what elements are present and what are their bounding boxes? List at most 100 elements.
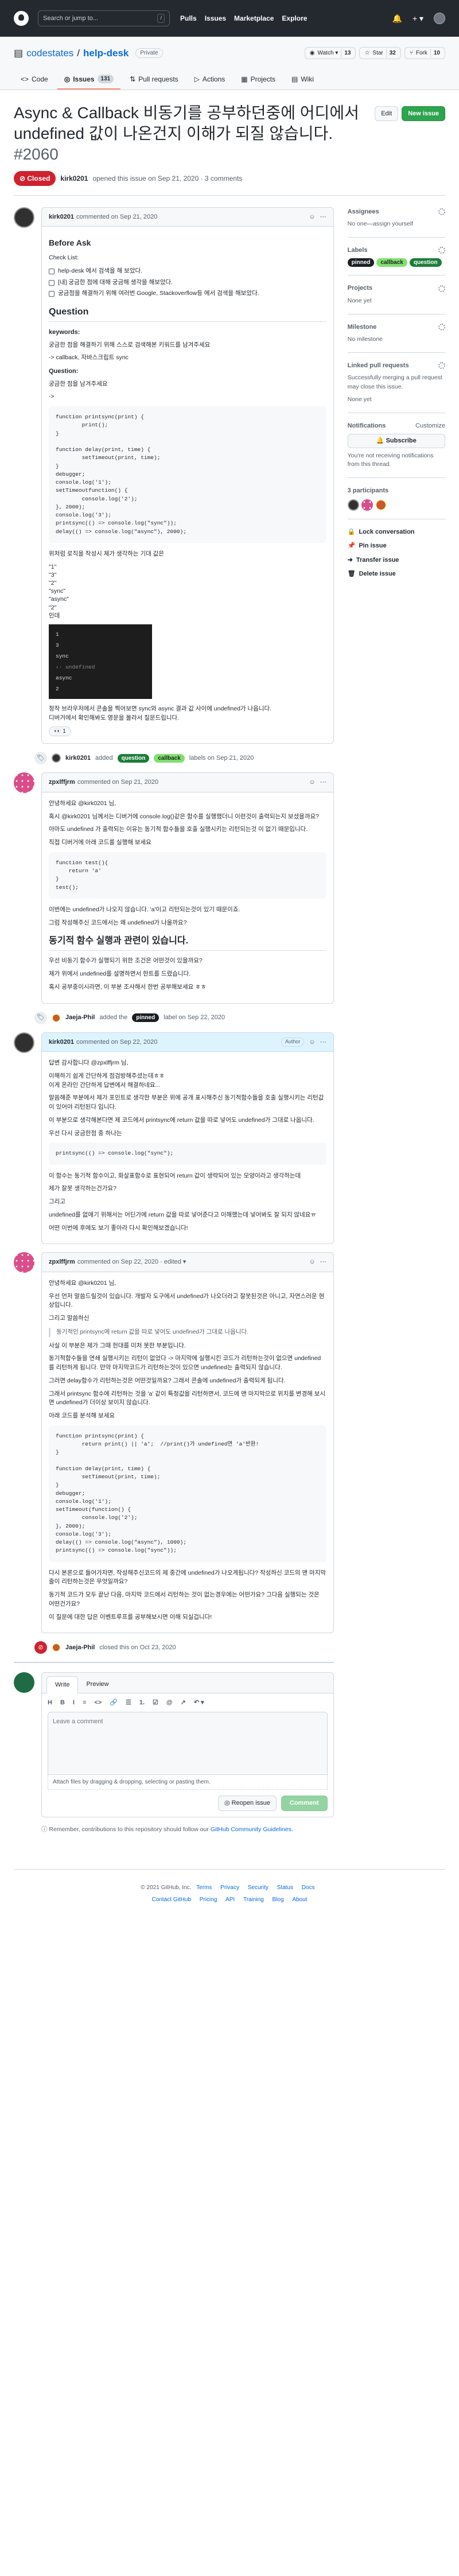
smiley-icon[interactable]: ☺ xyxy=(309,1038,315,1047)
sidebar-heading[interactable]: Labels xyxy=(348,246,368,255)
kebab-icon[interactable]: ⋯ xyxy=(320,212,326,222)
avatar[interactable] xyxy=(14,1672,34,1693)
footer-link-contact[interactable]: Contact GitHub xyxy=(152,1897,191,1903)
nav-marketplace[interactable]: Marketplace xyxy=(234,13,274,24)
footer-link-privacy[interactable]: Privacy xyxy=(220,1885,239,1891)
repo-owner-link[interactable]: codestates xyxy=(26,46,73,61)
avatar[interactable] xyxy=(14,1032,34,1053)
reply-icon[interactable]: ↶ ▾ xyxy=(194,1698,204,1708)
participant-avatar[interactable] xyxy=(347,499,359,511)
event-actor[interactable]: kirk0201 xyxy=(65,753,91,763)
checkbox[interactable] xyxy=(49,268,55,274)
avatar[interactable] xyxy=(14,772,34,794)
label-callback[interactable]: callback xyxy=(154,753,185,763)
tab-projects[interactable]: ▦ Projects xyxy=(234,70,282,90)
smiley-icon[interactable]: ☺ xyxy=(309,778,315,787)
smiley-icon[interactable]: ☺ xyxy=(309,1257,315,1267)
bell-icon[interactable]: 🔔 xyxy=(392,13,402,25)
user-avatar[interactable] xyxy=(434,13,445,24)
task-list-icon[interactable]: ☑ xyxy=(153,1698,158,1708)
comment-author[interactable]: zpxlffjrm xyxy=(49,1257,75,1267)
label-question[interactable]: question xyxy=(409,258,442,267)
participant-avatar[interactable] xyxy=(361,499,373,511)
footer-link-status[interactable]: Status xyxy=(277,1885,293,1891)
comment-author[interactable]: zpxlffjrm xyxy=(49,778,75,787)
label-pinned[interactable]: pinned xyxy=(347,258,375,267)
fork-button[interactable]: ⑂ Fork 10 xyxy=(404,47,445,60)
issue-author[interactable]: kirk0201 xyxy=(60,173,88,184)
tab-actions[interactable]: ▷ Actions xyxy=(188,70,232,90)
gear-icon[interactable] xyxy=(438,362,445,370)
participant-avatar[interactable] xyxy=(375,499,387,511)
ordered-list-icon[interactable]: 1. xyxy=(139,1698,145,1708)
footer-link-about[interactable]: About xyxy=(292,1897,307,1903)
comment-textarea[interactable]: Leave a comment xyxy=(48,1712,328,1775)
tab-write[interactable]: Write xyxy=(46,1676,79,1693)
link-icon[interactable]: 🔗 xyxy=(110,1698,118,1708)
bold-icon[interactable]: B xyxy=(60,1698,65,1708)
nav-pulls[interactable]: Pulls xyxy=(180,13,197,24)
gear-icon[interactable] xyxy=(438,208,445,215)
label-question[interactable]: question xyxy=(117,753,150,763)
reopen-issue-button[interactable]: ◎ Reopen issue xyxy=(217,1796,277,1811)
sidebar-heading[interactable]: Milestone xyxy=(348,323,377,332)
guidelines-link[interactable]: GitHub Community Guidelines xyxy=(211,1826,291,1833)
edit-button[interactable]: Edit xyxy=(375,106,399,121)
nav-explore[interactable]: Explore xyxy=(282,13,307,24)
tab-preview[interactable]: Preview xyxy=(78,1676,116,1693)
checkbox[interactable] xyxy=(49,291,55,297)
search-input[interactable]: Search or jump to... / xyxy=(38,10,170,26)
footer-link-docs[interactable]: Docs xyxy=(302,1885,315,1891)
mention-icon[interactable]: @ xyxy=(166,1698,173,1708)
kebab-icon[interactable]: ⋯ xyxy=(320,1038,326,1047)
tab-wiki[interactable]: ▤ Wiki xyxy=(285,70,321,90)
avatar[interactable] xyxy=(52,753,61,763)
new-issue-button[interactable]: New issue xyxy=(402,106,445,121)
label-callback[interactable]: callback xyxy=(376,258,407,267)
footer-link-terms[interactable]: Terms xyxy=(196,1885,212,1891)
footer-link-blog[interactable]: Blog xyxy=(273,1897,284,1903)
reference-icon[interactable]: ↗ xyxy=(181,1698,186,1708)
avatar[interactable] xyxy=(52,1643,61,1653)
customize-link[interactable]: Customize xyxy=(415,421,445,431)
plus-dropdown[interactable]: + ▾ xyxy=(413,13,423,25)
sidebar-heading[interactable]: Linked pull requests xyxy=(348,361,409,371)
sidebar-heading[interactable]: Assignees xyxy=(348,207,379,217)
delete-issue-button[interactable]: 🗑 Delete issue xyxy=(348,569,445,579)
gear-icon[interactable] xyxy=(438,323,445,331)
unordered-list-icon[interactable]: ☰ xyxy=(126,1698,131,1708)
code-icon[interactable]: <> xyxy=(94,1698,102,1708)
gear-icon[interactable] xyxy=(438,247,445,254)
eyes-reaction[interactable]: 👀 1 xyxy=(49,726,71,737)
gear-icon[interactable] xyxy=(438,285,445,292)
assignees-value[interactable]: No one—assign yourself xyxy=(348,220,445,229)
footer-link-api[interactable]: API xyxy=(225,1897,235,1903)
repo-name-link[interactable]: help-desk xyxy=(83,46,129,61)
smiley-icon[interactable]: ☺ xyxy=(309,212,315,222)
footer-link-pricing[interactable]: Pricing xyxy=(200,1897,217,1903)
checkbox[interactable] xyxy=(49,279,55,286)
footer-link-security[interactable]: Security xyxy=(248,1885,269,1891)
label-pinned[interactable]: pinned xyxy=(132,1013,160,1023)
nav-issues[interactable]: Issues xyxy=(205,13,226,24)
kebab-icon[interactable]: ⋯ xyxy=(320,778,326,787)
github-logo-icon[interactable] xyxy=(14,11,29,26)
pin-issue-button[interactable]: 📌 Pin issue xyxy=(348,541,445,551)
watch-button[interactable]: ◉ Watch ▾ 13 xyxy=(304,47,356,60)
comment-author[interactable]: kirk0201 xyxy=(49,212,74,222)
avatar[interactable] xyxy=(52,1013,61,1023)
transfer-issue-button[interactable]: ➜ Transfer issue xyxy=(348,555,445,565)
subscribe-button[interactable]: 🔔 Subscribe xyxy=(347,434,445,448)
avatar[interactable] xyxy=(14,1252,34,1273)
event-actor[interactable]: Jaeja-Phil xyxy=(65,1013,95,1023)
lock-conversation-button[interactable]: 🔒 Lock conversation xyxy=(348,527,445,537)
quote-icon[interactable]: ≡ xyxy=(83,1698,86,1708)
italic-icon[interactable]: I xyxy=(73,1698,75,1708)
star-button[interactable]: ☆ Star 32 xyxy=(359,47,401,60)
event-actor[interactable]: Jaeja-Phil xyxy=(65,1643,95,1653)
attach-files-zone[interactable]: Attach files by dragging & dropping, sel… xyxy=(48,1775,328,1790)
kebab-icon[interactable]: ⋯ xyxy=(320,1257,326,1267)
sidebar-heading[interactable]: Projects xyxy=(348,283,372,293)
footer-link-training[interactable]: Training xyxy=(243,1897,264,1903)
heading-icon[interactable]: H xyxy=(48,1698,52,1708)
